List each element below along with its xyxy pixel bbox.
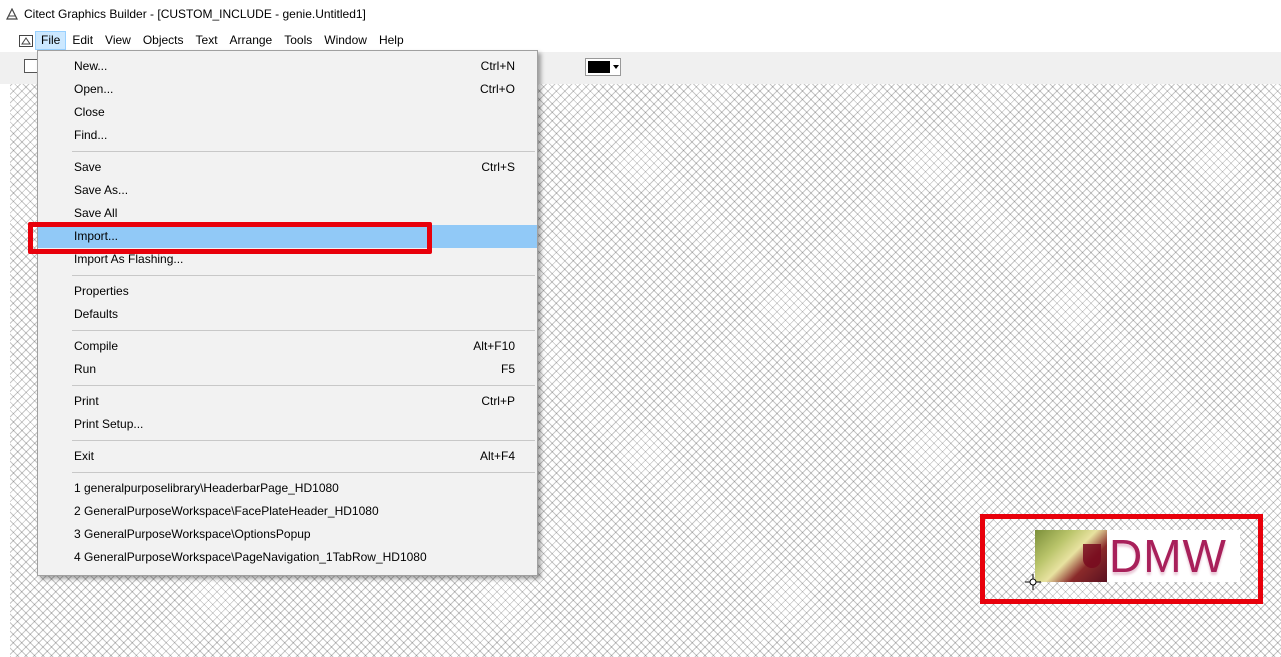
menu-item-find[interactable]: Find... bbox=[38, 124, 537, 147]
color-swatch bbox=[588, 61, 610, 73]
menu-item-shortcut: F5 bbox=[500, 362, 515, 376]
menu-separator bbox=[72, 151, 535, 152]
menu-objects[interactable]: Objects bbox=[137, 31, 190, 50]
menu-item-shortcut: Ctrl+N bbox=[480, 59, 515, 73]
menu-separator bbox=[72, 385, 535, 386]
chevron-down-icon bbox=[613, 65, 619, 69]
menu-item-defaults[interactable]: Defaults bbox=[38, 303, 537, 326]
citect-app-icon bbox=[6, 8, 18, 20]
menu-item-shortcut: Ctrl+P bbox=[481, 394, 515, 408]
document-window-icon[interactable] bbox=[19, 34, 33, 47]
menu-text[interactable]: Text bbox=[190, 31, 224, 50]
menu-item-shortcut: Alt+F10 bbox=[473, 339, 515, 353]
menu-item-recent-2[interactable]: 2 GeneralPurposeWorkspace\FacePlateHeade… bbox=[38, 500, 537, 523]
menu-item-label: New... bbox=[74, 59, 108, 73]
menu-item-label: Print Setup... bbox=[74, 417, 144, 431]
menu-item-recent-4[interactable]: 4 GeneralPurposeWorkspace\PageNavigation… bbox=[38, 546, 537, 569]
menu-item-label: 4 GeneralPurposeWorkspace\PageNavigation… bbox=[74, 550, 427, 564]
menu-item-recent-3[interactable]: 3 GeneralPurposeWorkspace\OptionsPopup bbox=[38, 523, 537, 546]
menu-item-label: Exit bbox=[74, 449, 95, 463]
menu-separator bbox=[72, 440, 535, 441]
menu-item-label: Run bbox=[74, 362, 97, 376]
menu-item-label: Save As... bbox=[74, 183, 129, 197]
menu-tools[interactable]: Tools bbox=[278, 31, 318, 50]
file-menu-dropdown: New... Ctrl+N Open... Ctrl+O Close Find...… bbox=[37, 50, 538, 576]
menu-separator bbox=[72, 275, 535, 276]
menu-separator bbox=[72, 472, 535, 473]
menu-item-label: Close bbox=[74, 105, 105, 119]
window-title: Citect Graphics Builder - [CUSTOM_INCLUD… bbox=[24, 7, 366, 21]
menu-item-label: 2 GeneralPurposeWorkspace\FacePlateHeade… bbox=[74, 504, 379, 518]
menu-item-open[interactable]: Open... Ctrl+O bbox=[38, 78, 537, 101]
menu-item-label: Find... bbox=[74, 128, 108, 142]
menu-item-compile[interactable]: Compile Alt+F10 bbox=[38, 335, 537, 358]
line-color-picker[interactable] bbox=[585, 58, 621, 76]
menu-item-print[interactable]: Print Ctrl+P bbox=[38, 390, 537, 413]
menu-arrange[interactable]: Arrange bbox=[224, 31, 279, 50]
menu-item-label: Properties bbox=[74, 284, 129, 298]
menu-item-properties[interactable]: Properties bbox=[38, 280, 537, 303]
menu-item-run[interactable]: Run F5 bbox=[38, 358, 537, 381]
menu-view[interactable]: View bbox=[99, 31, 137, 50]
menu-item-recent-1[interactable]: 1 generalpurposelibrary\HeaderbarPage_HD… bbox=[38, 477, 537, 500]
menu-item-label: 3 GeneralPurposeWorkspace\OptionsPopup bbox=[74, 527, 311, 541]
menu-item-label: Defaults bbox=[74, 307, 119, 321]
annotation-box-logo bbox=[980, 514, 1263, 604]
menu-item-save-as[interactable]: Save As... bbox=[38, 179, 537, 202]
menu-item-label: Save bbox=[74, 160, 102, 174]
menu-window[interactable]: Window bbox=[318, 31, 373, 50]
menu-item-label: Print bbox=[74, 394, 99, 408]
menu-item-exit[interactable]: Exit Alt+F4 bbox=[38, 445, 537, 468]
menu-item-shortcut: Ctrl+S bbox=[481, 160, 515, 174]
menu-file[interactable]: File bbox=[35, 31, 67, 50]
menu-item-label: Compile bbox=[74, 339, 119, 353]
menu-edit[interactable]: Edit bbox=[66, 31, 99, 50]
menu-item-save[interactable]: Save Ctrl+S bbox=[38, 156, 537, 179]
title-bar: Citect Graphics Builder - [CUSTOM_INCLUD… bbox=[0, 0, 1281, 28]
menu-bar: File Edit View Objects Text Arrange Tool… bbox=[0, 29, 1281, 52]
menu-help[interactable]: Help bbox=[373, 31, 410, 50]
menu-item-close[interactable]: Close bbox=[38, 101, 537, 124]
annotation-box-import bbox=[28, 222, 432, 254]
menu-item-shortcut: Ctrl+O bbox=[479, 82, 515, 96]
menu-item-shortcut: Alt+F4 bbox=[479, 449, 515, 463]
menu-item-label: 1 generalpurposelibrary\HeaderbarPage_HD… bbox=[74, 481, 339, 495]
menu-item-print-setup[interactable]: Print Setup... bbox=[38, 413, 537, 436]
toolbar-button[interactable] bbox=[24, 59, 38, 73]
menu-item-label: Open... bbox=[74, 82, 114, 96]
menu-item-new[interactable]: New... Ctrl+N bbox=[38, 55, 537, 78]
menu-separator bbox=[72, 330, 535, 331]
